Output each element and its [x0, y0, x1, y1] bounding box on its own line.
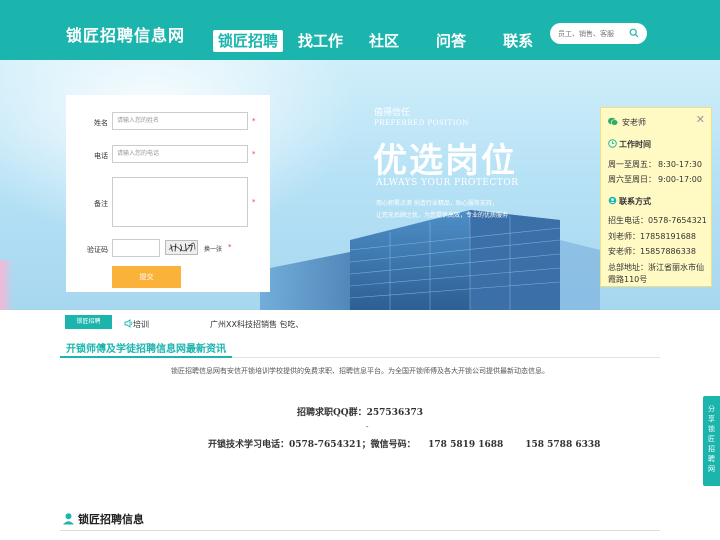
banner-edge-decoration: [0, 260, 14, 310]
close-icon[interactable]: ✕: [696, 113, 705, 126]
nav-item-contact[interactable]: 联系: [498, 30, 538, 52]
captcha-required-mark: *: [228, 243, 232, 251]
captcha-image[interactable]: [165, 240, 198, 255]
recruit-info-title: 锁匠招聘信息: [78, 513, 144, 526]
ticker-news-item[interactable]: 广州XX科技招销售 包吃、: [210, 319, 304, 330]
note-label: 备注: [94, 200, 108, 208]
hours-weekend-row: 周六至周日： 9:00-17:00: [608, 174, 702, 185]
note-field[interactable]: [112, 177, 248, 227]
hours-weekend-label: 周六至周日：: [608, 175, 656, 184]
hours-weekday-time: 8:30-17:30: [658, 160, 702, 169]
site-logo[interactable]: 锁匠招聘信息网: [66, 22, 185, 46]
main-nav: 锁匠招聘 找工作 社区 问答 联系: [213, 30, 538, 52]
contact-title-row: 联系方式: [608, 196, 651, 207]
hours-weekday-label: 周一至周五：: [608, 160, 656, 169]
section-divider-accent: [60, 356, 232, 358]
captcha-label: 验证码: [87, 246, 108, 254]
note-required-mark: *: [252, 198, 256, 206]
banner-title: 优选岗位: [373, 141, 517, 181]
hours-title-row: 工作时间: [608, 139, 651, 150]
contact-phone-enroll: 招生电话：0578-7654321: [608, 216, 707, 225]
wechat-icon: [608, 117, 619, 126]
user-icon: [63, 513, 74, 525]
contact-address-line2: 霞路110号: [608, 275, 648, 284]
banner-tagline-en: PREFERRED POSITION: [374, 119, 469, 127]
banner-desc-line2: 让您无后顾之忧，为您提供高效，专业的优质服务: [376, 212, 509, 219]
clock-icon: [608, 139, 617, 148]
site-intro: 锁匠招聘信息网有安信开锁培训学校提供的免费求职、招聘信息平台。为全国开锁师傅及各…: [171, 367, 549, 375]
nav-item-community[interactable]: 社区: [364, 30, 404, 52]
share-sidebar-label: 分享锁匠招聘网: [708, 405, 715, 473]
search-box: [550, 23, 647, 44]
ticker-tab[interactable]: 锁匠招聘: [65, 315, 112, 329]
contact-phone-liu: 刘老师：17858191688: [608, 232, 696, 241]
separator-dash: -: [366, 423, 369, 431]
name-required-mark: *: [252, 117, 256, 125]
contact-teacher-name: 安老师: [622, 118, 646, 127]
study-phones: 开锁技术学习电话：0578-7654321；微信号码： 178 5819 168…: [208, 440, 601, 450]
submit-button[interactable]: 提交: [112, 266, 181, 288]
contact-panel: ✕ 安老师 工作时间 周一至周五： 8:30-17:30 周六至周日： 9:00-1…: [600, 107, 712, 287]
bottom-divider: [60, 530, 660, 531]
contact-title: 联系方式: [619, 197, 651, 206]
search-input[interactable]: [558, 26, 628, 41]
name-field[interactable]: 请输入您的姓名: [112, 112, 248, 130]
captcha-refresh-link[interactable]: 换一张: [204, 244, 222, 253]
phone-label: 电话: [94, 152, 108, 160]
section-title: 开锁师傅及学徒招聘信息网最新资讯: [66, 344, 226, 355]
signup-form: 姓名 请输入您的姓名 * 电话 请输入您的电话 * 备注 * 验证码 换一张 *…: [66, 95, 270, 292]
banner-desc-line1: 用心积累点滴 创造行业精品，贴心服务支持，: [376, 200, 498, 207]
site-header: 锁匠招聘信息网 锁匠招聘 找工作 社区 问答 联系: [0, 0, 720, 60]
phone-required-mark: *: [252, 150, 256, 158]
qq-group-info: 招聘求职QQ群：257536373: [296, 408, 424, 418]
contact-icon: [608, 196, 617, 205]
contact-teacher-row: 安老师: [608, 117, 646, 128]
hours-title: 工作时间: [619, 140, 651, 149]
search-icon[interactable]: [629, 28, 639, 38]
nav-item-recruit[interactable]: 锁匠招聘: [213, 30, 284, 52]
share-sidebar-button[interactable]: 分享锁匠招聘网: [703, 396, 720, 486]
building-illustration: [260, 210, 600, 310]
captcha-field[interactable]: [112, 239, 160, 257]
phone-field[interactable]: 请输入您的电话: [112, 145, 248, 163]
nav-item-qa[interactable]: 问答: [431, 30, 471, 52]
nav-item-find-job[interactable]: 找工作: [293, 30, 348, 52]
hours-weekend-time: 9:00-17:00: [658, 175, 702, 184]
banner-tagline-cn: 值得信任: [374, 108, 411, 118]
contact-phone-an: 安老师：15857886338: [608, 247, 696, 256]
contact-address-line1: 总部地址：浙江省丽水市仙: [608, 263, 704, 272]
ticker-label: 培训: [133, 320, 149, 329]
name-label: 姓名: [94, 119, 108, 127]
banner-subtitle: ALWAYS YOUR PROTECTOR: [376, 178, 519, 188]
hours-weekday-row: 周一至周五： 8:30-17:30: [608, 159, 702, 170]
